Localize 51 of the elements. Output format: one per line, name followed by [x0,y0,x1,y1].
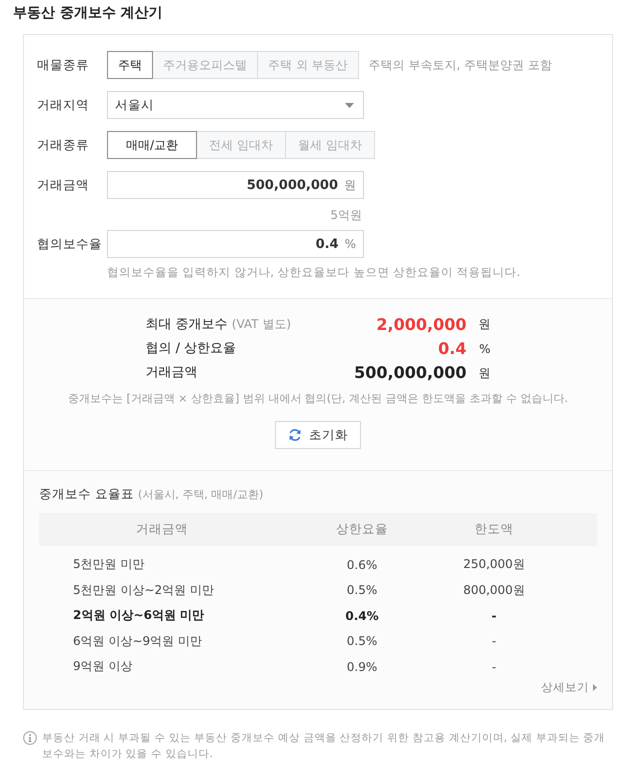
table-cell-text: 0.5% [346,633,378,650]
result-value: 0.4 [437,339,466,359]
result-label: 협의 / 상한요율 [146,340,238,358]
table-cell-text: 250,000원 [462,556,526,574]
segment-tab[interactable]: 매매/교환 [107,131,197,159]
table-cell-text: - [490,608,498,625]
field-hint: 협의보수율을 입력하지 않거나, 상한요율보다 높으면 상한요율이 적용됩니다. [107,265,520,280]
result-label: 최대 중개보수 (VAT 별도) [146,316,292,334]
number-input[interactable]: 0.4 % [107,230,364,258]
table-cell-text: 0.9% [346,658,378,676]
result-note: 중개보수는 [거래금액 × 상한효율] 범위 내에서 협의(단, 계산된 금액은 한도액을 초과할 수 없습니다. [68,391,568,406]
field-label: 협의보수율 [37,235,103,253]
table-cell-text: 2억원 이상~6억원 미만 [72,607,206,624]
table-title: 중개보수 요율표 (서울시, 주택, 매매/교환) [39,486,264,503]
field-label: 거래종류 [37,136,90,154]
result-value: 500,000,000 [354,363,466,383]
column-header: 한도액 [474,520,514,538]
field-label: 거래금액 [37,176,90,194]
field-note: 주택의 부속토지, 주택분양권 포함 [368,56,552,74]
table-cell-text: 9억원 이상 [72,658,134,676]
table-cell-text: 0.4% [344,608,380,625]
caret-icon [593,684,597,690]
table-cell-text: 6억원 이상~9억원 미만 [72,632,203,650]
segment-tab[interactable]: 주택 [107,51,153,79]
field-label: 거래지역 [37,96,90,114]
column-header: 거래금액 [135,520,189,538]
caret-icon [345,102,354,108]
table-cell-text: 800,000원 [462,582,526,599]
unit-label: 원 [478,316,490,333]
reset-button[interactable]: 초기화 [275,421,361,449]
disclaimer-text: 부동산 거래 시 부과될 수 있는 부동산 중개보수 예상 금액을 산정하기 위한 참고용 계산기이며, 실제 부과되는 중개보수와는 차이가 있을 수 있습니다. [42,730,606,762]
region-dropdown[interactable]: 서울시 [107,91,364,119]
table-cell-text: 0.6% [346,556,378,574]
column-header: 상한요율 [335,520,389,538]
refresh-icon [288,428,302,442]
unit-label: 원 [344,176,356,194]
table-cell-text: 0.5% [346,582,378,600]
table-cell-text: - [490,658,498,676]
unit-label: 원 [478,364,490,382]
table-cell-text: - [490,633,498,650]
result-label: 거래금액 [146,364,198,382]
field-label: 매물종류 [37,56,90,74]
table-cell-text: 5천만원 이상~2억원 미만 [72,582,215,599]
table-cell-text: 5천만원 미만 [72,556,146,574]
amount-reading: 5억원 [330,207,362,224]
unit-label: % [478,342,490,356]
number-input[interactable]: 500,000,000 원 [107,171,364,199]
unit-label: % [344,237,356,251]
page-title: 부동산 중개보수 계산기 [13,4,164,22]
result-value: 2,000,000 [375,314,466,334]
info-icon [23,730,37,744]
